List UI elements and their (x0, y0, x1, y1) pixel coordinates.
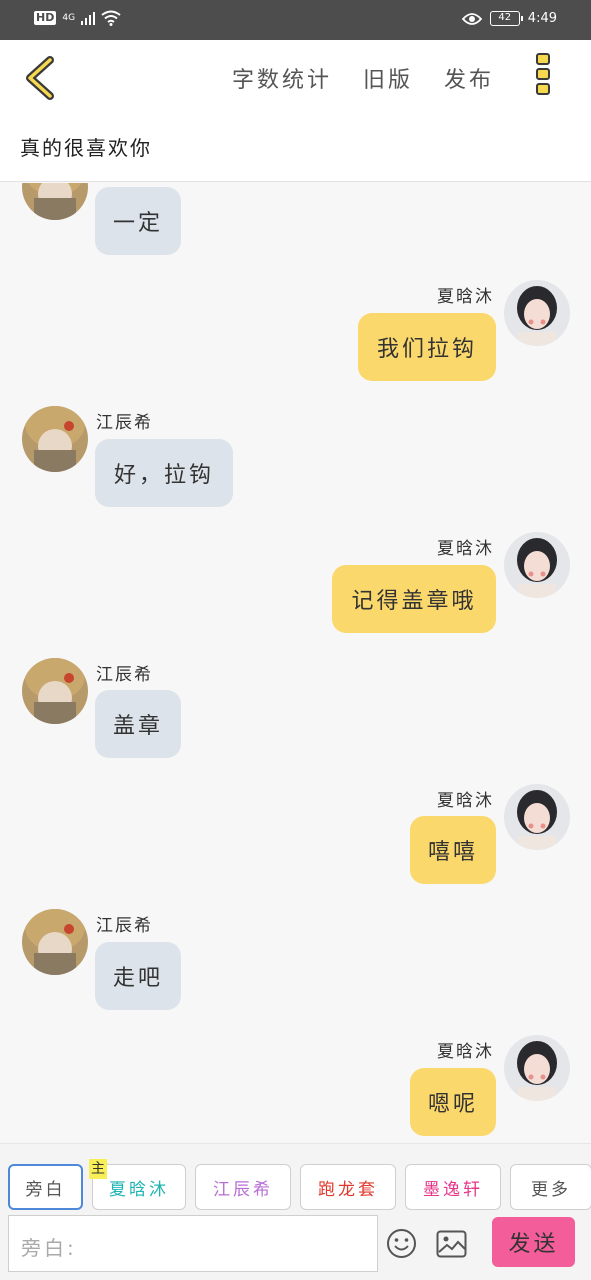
role-tab-extra[interactable]: 跑龙套 (300, 1164, 396, 1210)
old-version-button[interactable]: 旧版 (363, 62, 413, 94)
role-tab-narration[interactable]: 旁白 (8, 1164, 83, 1210)
clock: 4:49 (527, 11, 557, 26)
avatar-jiang[interactable] (22, 909, 88, 975)
role-label: 夏晗沐 (109, 1179, 169, 1200)
hd-badge: HD (34, 11, 57, 25)
avatar-jiang[interactable] (22, 658, 88, 724)
message-bubble[interactable]: 记得盖章哦 (332, 565, 496, 633)
battery-icon: 42 (489, 11, 523, 26)
network-type: 4G (62, 13, 76, 23)
avatar-xia[interactable] (504, 1035, 570, 1101)
message-bubble[interactable]: 一定 (95, 187, 181, 255)
sender-name: 夏晗沐 (437, 287, 494, 307)
role-tab-more[interactable]: 更多 (510, 1164, 591, 1210)
avatar-jiang[interactable] (22, 183, 88, 220)
sender-name: 夏晗沐 (437, 1042, 494, 1062)
image-icon[interactable] (436, 1230, 467, 1258)
message-bubble[interactable]: 好，拉钩 (95, 439, 233, 507)
sender-name: 夏晗沐 (437, 791, 494, 811)
avatar-xia[interactable] (504, 784, 570, 850)
message-bubble[interactable]: 盖章 (95, 690, 181, 758)
sender-name: 江辰希 (96, 665, 153, 685)
status-bar: HD 4G 42 4:49 (0, 0, 591, 40)
avatar-xia[interactable] (504, 532, 570, 598)
message-bubble[interactable]: 嘻嘻 (410, 816, 496, 884)
sender-name: 江辰希 (96, 413, 153, 433)
message-bubble[interactable]: 走吧 (95, 942, 181, 1010)
role-tab-mo[interactable]: 墨逸轩 (405, 1164, 501, 1210)
role-tab-jiang[interactable]: 江辰希 (195, 1164, 291, 1210)
editor-header: 字数统计 旧版 发布 真的很喜欢你 (0, 40, 591, 182)
battery-level: 42 (498, 12, 512, 23)
message-bubble[interactable]: 嗯呢 (410, 1068, 496, 1136)
story-title: 真的很喜欢你 (20, 136, 152, 160)
word-count-button[interactable]: 字数统计 (232, 62, 332, 94)
chevron-left-icon[interactable] (22, 56, 58, 100)
smiley-icon[interactable] (386, 1228, 417, 1259)
eye-icon (461, 12, 482, 25)
chat-area[interactable]: 一定 夏晗沐 我们拉钩 江辰希 好，拉钩 夏晗沐 记得盖章哦 江辰希 盖章 夏晗… (0, 183, 591, 1143)
signal-icon (81, 11, 96, 25)
more-vertical-icon[interactable] (534, 53, 552, 101)
message-bubble[interactable]: 我们拉钩 (358, 313, 496, 381)
composer: 旁白 主 夏晗沐 江辰希 跑龙套 墨逸轩 更多 旁白: 发送 (0, 1143, 591, 1280)
message-input[interactable]: 旁白: (8, 1215, 378, 1272)
sender-name: 夏晗沐 (437, 539, 494, 559)
main-role-badge: 主 (89, 1159, 107, 1179)
role-tabs: 旁白 主 夏晗沐 江辰希 跑龙套 墨逸轩 更多 (8, 1159, 591, 1210)
avatar-xia[interactable] (504, 280, 570, 346)
avatar-jiang[interactable] (22, 406, 88, 472)
wifi-icon (101, 10, 121, 26)
send-button[interactable]: 发送 (492, 1217, 575, 1267)
header-actions: 字数统计 旧版 发布 (232, 62, 494, 94)
sender-name: 江辰希 (96, 916, 153, 936)
role-tab-xia[interactable]: 主 夏晗沐 (89, 1159, 186, 1210)
publish-button[interactable]: 发布 (444, 62, 494, 94)
